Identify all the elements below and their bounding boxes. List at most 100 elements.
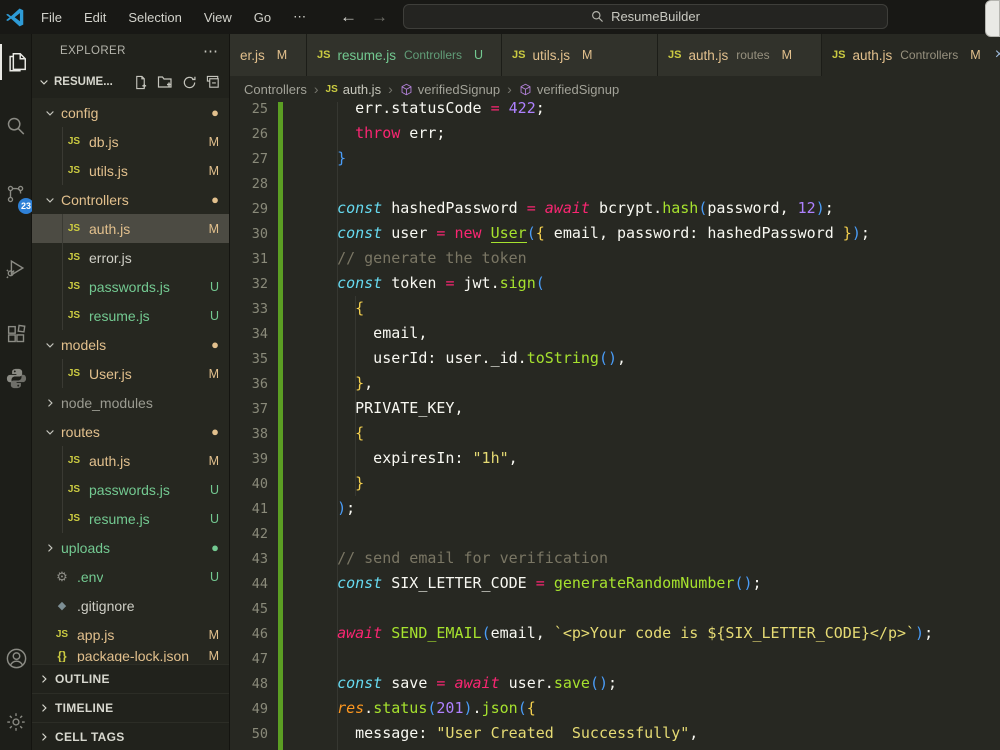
tree-item-resume.js[interactable]: JSresume.jsU — [32, 504, 229, 533]
tree-item-config[interactable]: config● — [32, 98, 229, 127]
tree-item-label: Controllers — [61, 192, 129, 208]
code-text: const user = new User({ email, password:… — [319, 221, 870, 246]
tree-item-label: node_modules — [61, 395, 153, 411]
breadcrumb-item-controllers[interactable]: Controllers — [244, 82, 307, 97]
chevron-right-icon — [44, 397, 56, 409]
refresh-icon[interactable] — [182, 75, 197, 90]
panel-header-timeline[interactable]: TIMELINE — [32, 693, 229, 722]
menu-item-go[interactable]: Go — [243, 6, 282, 29]
breadcrumb-label: Controllers — [244, 82, 307, 97]
tree-item-.env[interactable]: ⚙.envU — [32, 562, 229, 591]
chevron-right-icon — [38, 702, 50, 714]
code-text: // generate the token — [319, 246, 527, 271]
panel-header-cell-tags[interactable]: CELL TAGS — [32, 722, 229, 750]
search-value: ResumeBuilder — [611, 9, 700, 24]
settings-gear-icon[interactable] — [0, 704, 32, 740]
source-control-icon[interactable]: 23 — [0, 176, 32, 212]
line-number: 47 — [230, 647, 268, 672]
tab-er.js[interactable]: er.jsM — [230, 34, 306, 76]
python-icon[interactable] — [0, 360, 32, 396]
line-number: 40 — [230, 472, 268, 497]
tree-item-node-modules[interactable]: node_modules — [32, 388, 229, 417]
tree-item-label: package-lock.json — [77, 649, 189, 662]
collapse-all-icon[interactable] — [206, 75, 221, 90]
tab-auth.js-routes[interactable]: JSauth.jsroutesM — [658, 34, 821, 76]
js-file-icon: JS — [668, 49, 681, 61]
js-file-icon: JS — [66, 165, 82, 176]
tree-item-routes[interactable]: routes● — [32, 417, 229, 446]
menu-item-selection[interactable]: Selection — [117, 6, 192, 29]
panel-header-outline[interactable]: OUTLINE — [32, 664, 229, 693]
js-file-icon: JS — [66, 455, 82, 466]
tab-auth.js-controllers[interactable]: JSauth.jsControllersM× — [822, 34, 1000, 76]
tree-item-resume.js[interactable]: JSresume.jsU — [32, 301, 229, 330]
tab-resume.js-controllers[interactable]: JSresume.jsControllersU — [307, 34, 501, 76]
tab-sublabel: Controllers — [404, 48, 462, 62]
js-file-icon: JS — [66, 484, 82, 495]
explorer-more-icon[interactable]: ⋯ — [203, 42, 219, 60]
tree-item-user.js[interactable]: JSUser.jsM — [32, 359, 229, 388]
tree-item-db.js[interactable]: JSdb.jsM — [32, 127, 229, 156]
tree-item-package-lock.json[interactable]: {}package-lock.jsonM — [32, 649, 229, 662]
menu-item-file[interactable]: File — [30, 6, 73, 29]
breadcrumb-item-auth.js[interactable]: JSauth.js — [326, 82, 382, 97]
nav-back-icon[interactable]: ← — [340, 7, 357, 27]
new-folder-icon[interactable] — [157, 74, 173, 90]
tree-item-app.js[interactable]: JSapp.jsM — [32, 620, 229, 649]
code-text: expiresIn: "1h", — [319, 446, 518, 471]
tab-close-icon[interactable]: × — [995, 46, 1000, 64]
code-text: await SEND_EMAIL(email, `<p>Your code is… — [319, 621, 933, 646]
search-sidebar-icon[interactable] — [0, 108, 32, 144]
tree-item-label: routes — [61, 424, 100, 440]
chevron-down-icon — [44, 339, 56, 351]
gitignore-icon: ◆ — [54, 599, 70, 612]
tree-item-models[interactable]: models● — [32, 330, 229, 359]
tree-item-label: resume.js — [89, 511, 150, 527]
code-text: const token = jwt.sign( — [319, 271, 545, 296]
code-line-42: 42 — [230, 521, 1000, 546]
tree-item-.gitignore[interactable]: ◆.gitignore — [32, 591, 229, 620]
line-number: 39 — [230, 447, 268, 472]
tab-utils.js[interactable]: JSutils.jsM — [502, 34, 657, 76]
extensions-icon[interactable] — [0, 316, 32, 352]
tree-item-uploads[interactable]: uploads● — [32, 533, 229, 562]
menu-item-view[interactable]: View — [193, 6, 243, 29]
code-line-37: 37 PRIVATE_KEY, — [230, 396, 1000, 421]
menu-item-[interactable]: ⋯ — [282, 5, 317, 29]
new-file-icon[interactable] — [133, 75, 148, 90]
tree-item-utils.js[interactable]: JSutils.jsM — [32, 156, 229, 185]
activity-bar: 23 — [0, 34, 32, 750]
line-number: 43 — [230, 547, 268, 572]
code-text: throw err; — [319, 121, 445, 146]
tree-item-auth.js[interactable]: JSauth.jsM — [32, 446, 229, 475]
untracked-badge: U — [210, 512, 219, 526]
untracked-badge: U — [210, 280, 219, 294]
modified-badge: M — [209, 367, 219, 381]
run-debug-icon[interactable] — [0, 250, 32, 286]
menu-item-edit[interactable]: Edit — [73, 6, 117, 29]
nav-forward-icon[interactable]: → — [371, 7, 388, 27]
tree-item-label: auth.js — [89, 453, 130, 469]
command-center-search[interactable]: ResumeBuilder — [403, 4, 888, 29]
code-text: ); — [319, 496, 355, 521]
code-editor[interactable]: 25 err.statusCode = 422;26 throw err;27 … — [230, 102, 1000, 750]
code-text: // send email for verification — [319, 546, 608, 571]
breadcrumb-separator: › — [507, 81, 512, 97]
line-number: 31 — [230, 247, 268, 272]
tree-item-controllers[interactable]: Controllers● — [32, 185, 229, 214]
line-number: 25 — [230, 102, 268, 122]
breadcrumb-item-verifiedsignup[interactable]: verifiedSignup — [400, 82, 500, 97]
breadcrumb-item-verifiedsignup[interactable]: verifiedSignup — [519, 82, 619, 97]
panel-label: OUTLINE — [55, 672, 110, 686]
workspace-section-header[interactable]: RESUME... — [32, 68, 229, 96]
tree-item-passwords.js[interactable]: JSpasswords.jsU — [32, 475, 229, 504]
tree-item-error.js[interactable]: JSerror.js — [32, 243, 229, 272]
explorer-icon[interactable] — [0, 44, 32, 80]
tree-item-auth.js[interactable]: JSauth.jsM — [32, 214, 229, 243]
code-line-38: 38 { — [230, 421, 1000, 446]
line-number: 42 — [230, 522, 268, 547]
tree-item-label: app.js — [77, 627, 114, 643]
account-icon[interactable] — [0, 640, 32, 676]
workspace-name: RESUME... — [54, 76, 113, 88]
tree-item-passwords.js[interactable]: JSpasswords.jsU — [32, 272, 229, 301]
